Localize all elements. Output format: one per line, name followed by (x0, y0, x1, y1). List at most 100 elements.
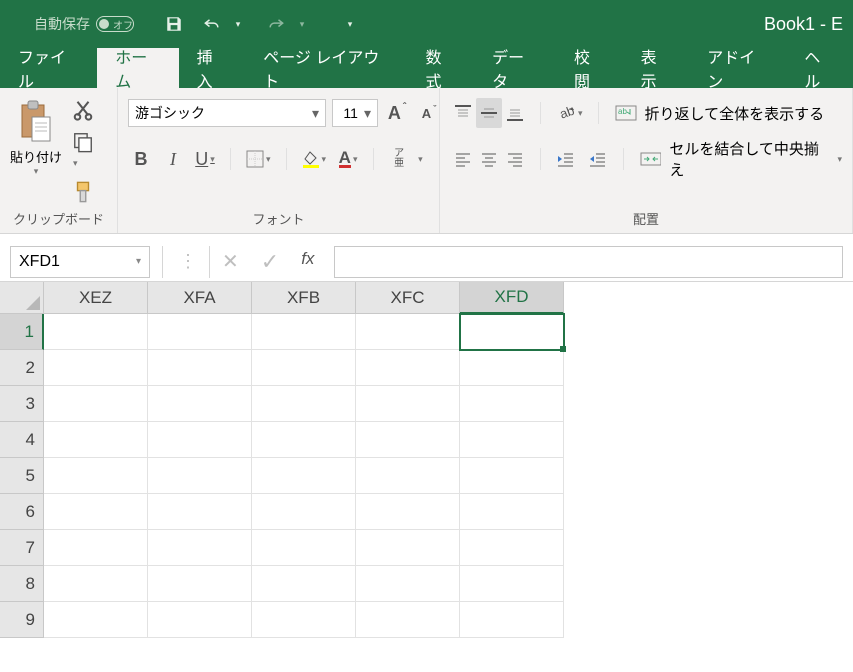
fill-color-button[interactable]: ▾ (299, 144, 330, 174)
cell[interactable] (44, 422, 148, 458)
cell[interactable] (148, 314, 252, 350)
cell[interactable] (356, 530, 460, 566)
name-box[interactable]: ▾ (10, 246, 150, 278)
autosave-toggle[interactable]: 自動保存 オフ (34, 14, 134, 34)
cell[interactable] (356, 386, 460, 422)
tab-addins[interactable]: アドイン (689, 48, 786, 88)
font-name-combo[interactable]: 游ゴシック ▾ (128, 99, 326, 127)
redo-icon[interactable] (266, 14, 286, 34)
ruby-dropdown[interactable]: ▾ (418, 154, 423, 165)
redo-dropdown-icon[interactable]: ▾ (292, 14, 312, 34)
cell[interactable] (44, 350, 148, 386)
bold-button[interactable]: B (128, 144, 154, 174)
align-bottom-button[interactable] (502, 98, 528, 128)
tab-data[interactable]: データ (474, 48, 556, 88)
merge-center-button[interactable]: セルを結合して中央揃え ▾ (636, 144, 846, 174)
row-header[interactable]: 4 (0, 422, 44, 458)
cell[interactable] (44, 602, 148, 638)
shrink-font-button[interactable]: Aˇ (416, 98, 442, 128)
column-header[interactable]: XFD (460, 282, 564, 314)
increase-indent-button[interactable] (585, 144, 611, 174)
fx-icon[interactable]: fx (301, 249, 314, 275)
cell[interactable] (460, 386, 564, 422)
cell[interactable] (148, 458, 252, 494)
cell[interactable] (252, 566, 356, 602)
cell[interactable] (356, 314, 460, 350)
cell[interactable] (252, 314, 356, 350)
cell[interactable] (252, 494, 356, 530)
cell[interactable] (44, 566, 148, 602)
tab-view[interactable]: 表示 (623, 48, 690, 88)
cell[interactable] (44, 386, 148, 422)
cell[interactable] (148, 422, 252, 458)
align-right-button[interactable] (502, 144, 528, 174)
cell[interactable] (148, 566, 252, 602)
grow-font-button[interactable]: Aˆ (384, 98, 410, 128)
cell[interactable] (148, 386, 252, 422)
tab-home[interactable]: ホーム (97, 48, 178, 88)
column-header[interactable]: XFA (148, 282, 252, 314)
cell[interactable] (252, 530, 356, 566)
column-header[interactable]: XFB (252, 282, 356, 314)
cell[interactable] (356, 566, 460, 602)
undo-icon[interactable] (202, 14, 222, 34)
cell[interactable] (460, 530, 564, 566)
cell[interactable] (252, 386, 356, 422)
cell[interactable] (356, 422, 460, 458)
cell[interactable] (460, 566, 564, 602)
decrease-indent-button[interactable] (553, 144, 579, 174)
tab-help[interactable]: ヘル (786, 48, 853, 88)
cell[interactable] (460, 602, 564, 638)
tab-formulas[interactable]: 数式 (408, 48, 475, 88)
format-painter-icon[interactable] (72, 181, 94, 203)
cancel-icon[interactable]: ✕ (222, 249, 239, 275)
cell[interactable] (356, 494, 460, 530)
tab-insert[interactable]: 挿入 (179, 48, 246, 88)
row-header[interactable]: 6 (0, 494, 44, 530)
row-header[interactable]: 2 (0, 350, 44, 386)
cut-icon[interactable] (72, 99, 94, 121)
font-color-button[interactable]: A ▾ (335, 144, 361, 174)
chevron-down-icon[interactable]: ▾ (312, 105, 319, 122)
tab-review[interactable]: 校閲 (556, 48, 623, 88)
cell[interactable] (252, 458, 356, 494)
enter-icon[interactable]: ✓ (261, 249, 279, 275)
row-header[interactable]: 8 (0, 566, 44, 602)
chevron-down-icon[interactable]: ▾ (136, 256, 141, 267)
paste-button[interactable]: 貼り付け ▾ (6, 95, 66, 177)
tab-file[interactable]: ファイル (0, 48, 97, 88)
row-header[interactable]: 3 (0, 386, 44, 422)
cell[interactable] (44, 458, 148, 494)
wrap-text-button[interactable]: ab 折り返して全体を表示する (611, 98, 829, 128)
chevron-down-icon[interactable]: ▾ (364, 105, 371, 122)
cell[interactable] (148, 350, 252, 386)
qat-customize-icon[interactable]: ▾ (340, 14, 360, 34)
row-header[interactable]: 9 (0, 602, 44, 638)
cell[interactable] (44, 314, 148, 350)
cell[interactable] (44, 494, 148, 530)
tab-pagelayout[interactable]: ページ レイアウト (245, 48, 407, 88)
undo-dropdown-icon[interactable]: ▾ (228, 14, 248, 34)
cell[interactable] (356, 458, 460, 494)
row-header[interactable]: 7 (0, 530, 44, 566)
align-left-button[interactable] (450, 144, 476, 174)
copy-icon[interactable]: ▾ (72, 131, 94, 171)
align-middle-button[interactable] (476, 98, 502, 128)
cell[interactable] (460, 458, 564, 494)
formula-input[interactable] (334, 246, 843, 278)
cell[interactable] (356, 350, 460, 386)
orientation-button[interactable]: ab▾ (553, 98, 586, 128)
select-all-corner[interactable] (0, 282, 44, 314)
cell[interactable] (460, 350, 564, 386)
column-header[interactable]: XEZ (44, 282, 148, 314)
cell[interactable] (44, 530, 148, 566)
cell[interactable] (460, 314, 564, 350)
cell[interactable] (148, 602, 252, 638)
borders-button[interactable]: ▾ (243, 144, 274, 174)
cell[interactable] (252, 602, 356, 638)
column-header[interactable]: XFC (356, 282, 460, 314)
cell[interactable] (460, 422, 564, 458)
cell[interactable] (252, 350, 356, 386)
row-header[interactable]: 1 (0, 314, 44, 350)
save-icon[interactable] (164, 14, 184, 34)
